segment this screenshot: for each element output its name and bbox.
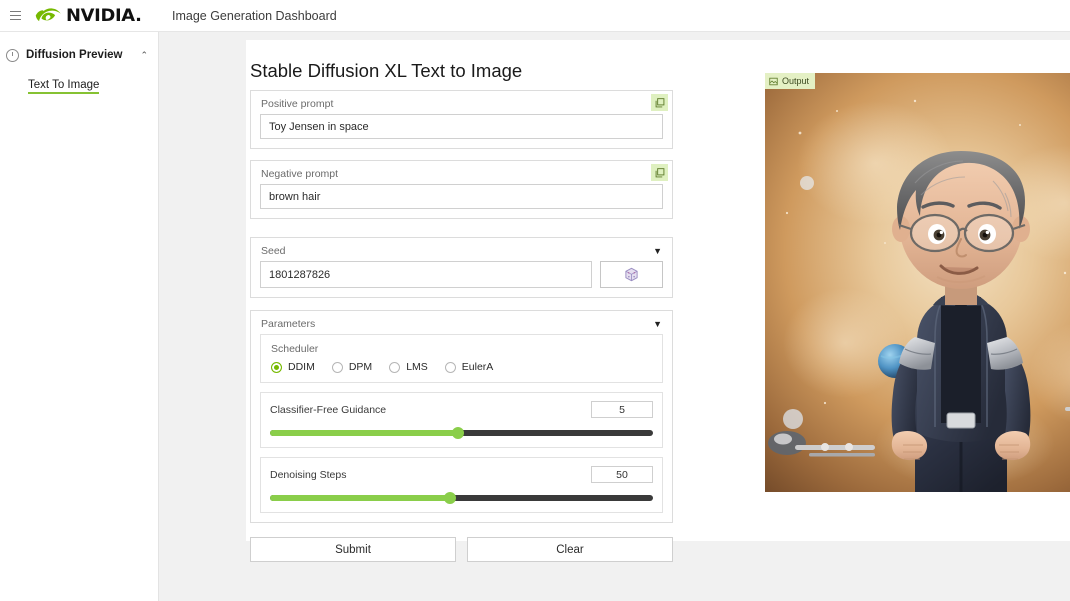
copy-icon[interactable] xyxy=(651,94,668,111)
radio-unselected-icon xyxy=(445,362,456,373)
scheduler-option-ddim[interactable]: DDIM xyxy=(271,361,315,373)
sidebar-group-label: Diffusion Preview xyxy=(26,49,136,61)
clear-button[interactable]: Clear xyxy=(467,537,673,562)
positive-prompt-input[interactable]: Toy Jensen in space xyxy=(260,114,663,139)
chevron-down-icon[interactable]: ▼ xyxy=(653,246,662,256)
scheduler-box: Scheduler DDIM DPM LMS xyxy=(260,334,663,383)
output-badge-label: Output xyxy=(782,76,809,86)
sidebar: Diffusion Preview ⌃ Text To Image xyxy=(0,32,159,601)
chevron-down-icon[interactable]: ▼ xyxy=(653,319,662,329)
slider-thumb[interactable] xyxy=(444,492,456,504)
classifier-free-guidance-slider[interactable] xyxy=(270,430,653,436)
radio-selected-icon xyxy=(271,362,282,373)
denoising-steps-slider-block: Denoising Steps 50 xyxy=(260,457,663,513)
app-title: Image Generation Dashboard xyxy=(172,9,337,23)
seed-input[interactable]: 1801287826 xyxy=(260,261,592,288)
denoising-steps-value-input[interactable]: 50 xyxy=(591,466,653,483)
submit-button[interactable]: Submit xyxy=(250,537,456,562)
nvidia-eye-logo-icon xyxy=(32,6,62,25)
scheduler-option-label: DPM xyxy=(349,361,372,373)
seed-row: 1801287826 xyxy=(260,261,663,288)
dice-icon[interactable] xyxy=(600,261,663,288)
content-card: Stable Diffusion XL Text to Image Positi… xyxy=(246,40,1070,541)
parameters-group: Parameters ▼ Scheduler DDIM DPM xyxy=(250,310,673,523)
negative-prompt-group: Negative prompt brown hair xyxy=(250,160,673,219)
negative-prompt-label: Negative prompt xyxy=(251,161,672,184)
scheduler-option-lms[interactable]: LMS xyxy=(389,361,428,373)
slider-fill xyxy=(270,430,458,436)
slider-thumb[interactable] xyxy=(452,427,464,439)
sidebar-sub-items: Text To Image xyxy=(0,69,158,94)
controls-column: Positive prompt Toy Jensen in space Nega… xyxy=(250,90,673,562)
hamburger-menu-icon[interactable] xyxy=(0,0,30,32)
seed-group: Seed ▼ 1801287826 xyxy=(250,237,673,298)
chevron-up-icon[interactable]: ⌃ xyxy=(140,50,148,61)
scheduler-option-label: EulerA xyxy=(462,361,494,373)
action-buttons: Submit Clear xyxy=(250,537,673,562)
output-badge[interactable]: Output xyxy=(765,73,815,89)
sidebar-item-text-to-image[interactable]: Text To Image xyxy=(28,79,99,94)
positive-prompt-group: Positive prompt Toy Jensen in space xyxy=(250,90,673,149)
radio-unselected-icon xyxy=(389,362,400,373)
image-icon xyxy=(769,77,778,86)
radio-unselected-icon xyxy=(332,362,343,373)
copy-icon[interactable] xyxy=(651,164,668,181)
clock-info-icon xyxy=(6,49,19,62)
slider-fill xyxy=(270,495,450,501)
scheduler-label: Scheduler xyxy=(261,335,662,361)
nvidia-logo[interactable]: NVIDIA. xyxy=(32,6,138,26)
seed-label: Seed xyxy=(251,238,672,261)
output-panel: Output xyxy=(765,73,1070,492)
classifier-free-guidance-value-input[interactable]: 5 xyxy=(591,401,653,418)
main-area: Stable Diffusion XL Text to Image Positi… xyxy=(159,32,1070,601)
positive-prompt-label: Positive prompt xyxy=(251,91,672,114)
page-title: Stable Diffusion XL Text to Image xyxy=(250,60,522,82)
denoising-steps-slider[interactable] xyxy=(270,495,653,501)
negative-prompt-input[interactable]: brown hair xyxy=(260,184,663,209)
generated-image xyxy=(765,73,1070,492)
sidebar-group-diffusion-preview[interactable]: Diffusion Preview ⌃ xyxy=(0,41,158,69)
scheduler-option-eulera[interactable]: EulerA xyxy=(445,361,494,373)
top-bar: NVIDIA. Image Generation Dashboard xyxy=(0,0,1070,32)
scheduler-option-label: LMS xyxy=(406,361,428,373)
scheduler-option-dpm[interactable]: DPM xyxy=(332,361,372,373)
nvidia-wordmark: NVIDIA. xyxy=(66,6,142,26)
classifier-free-guidance-label: Classifier-Free Guidance xyxy=(270,404,386,416)
denoising-steps-label: Denoising Steps xyxy=(270,469,346,481)
parameters-label: Parameters xyxy=(251,311,672,334)
scheduler-option-label: DDIM xyxy=(288,361,315,373)
classifier-free-guidance-slider-block: Classifier-Free Guidance 5 xyxy=(260,392,663,448)
scheduler-radio-group: DDIM DPM LMS EulerA xyxy=(261,361,662,382)
